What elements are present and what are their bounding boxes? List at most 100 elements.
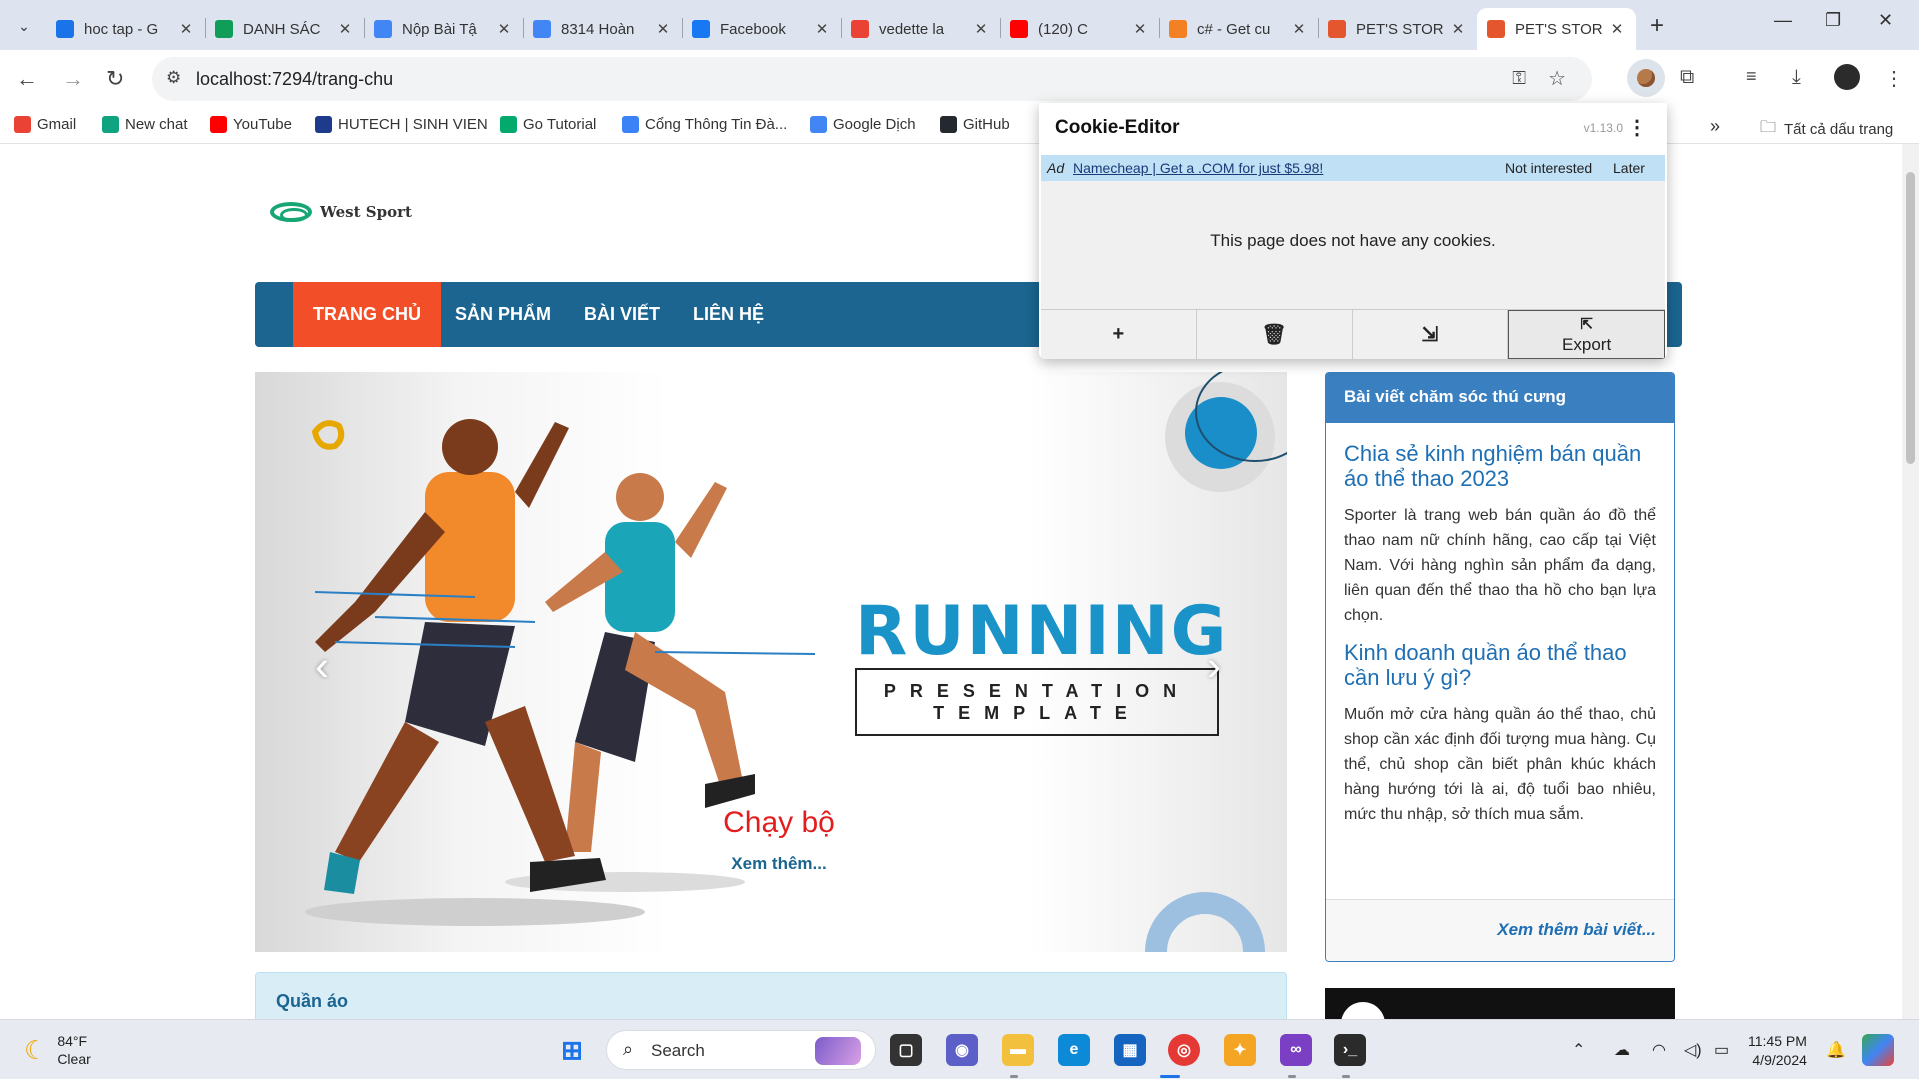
close-tab-icon[interactable]: ✕ bbox=[1608, 20, 1626, 38]
nav-articles[interactable]: BÀI VIẾT bbox=[584, 282, 660, 347]
hero-carousel[interactable]: RUNNING PRESENTATION TEMPLATE ‹ › Chạy b… bbox=[255, 372, 1287, 952]
bookmark-item[interactable]: Google Dịch bbox=[810, 116, 916, 133]
new-tab-button[interactable]: + bbox=[1650, 12, 1664, 40]
password-key-icon[interactable]: ⚿ bbox=[1512, 68, 1526, 89]
battery-icon[interactable]: ▭ bbox=[1714, 1040, 1729, 1060]
close-tab-icon[interactable]: ✕ bbox=[1131, 20, 1149, 38]
tray-chevron-icon[interactable]: ⌃ bbox=[1572, 1040, 1585, 1060]
system-clock[interactable]: 11:45 PM 4/9/2024 bbox=[1748, 1032, 1807, 1070]
terminal-running-indicator bbox=[1342, 1075, 1350, 1078]
ad-link[interactable]: Namecheap | Get a .COM for just $5.98! bbox=[1073, 160, 1323, 176]
slide-caption: Chạy bộ bbox=[723, 806, 835, 839]
tab-search-icon[interactable]: ⌄ bbox=[8, 10, 40, 42]
visual-studio-icon[interactable]: ∞ bbox=[1280, 1034, 1312, 1066]
extensions-puzzle-icon[interactable]: ⧉ bbox=[1680, 66, 1694, 89]
page-scrollbar[interactable] bbox=[1902, 144, 1919, 1019]
chrome-icon[interactable]: ◎ bbox=[1168, 1034, 1200, 1066]
export-button[interactable]: ⇱ Export bbox=[1508, 310, 1665, 359]
edge-icon[interactable]: e bbox=[1058, 1034, 1090, 1066]
volume-icon[interactable]: ◁) bbox=[1684, 1040, 1702, 1060]
close-tab-icon[interactable]: ✕ bbox=[495, 20, 513, 38]
nav-home[interactable]: TRANG CHỦ bbox=[293, 282, 441, 347]
slide-subline-2: TEMPLATE bbox=[933, 703, 1141, 723]
close-tab-icon[interactable]: ✕ bbox=[1449, 20, 1467, 38]
profile-avatar[interactable] bbox=[1834, 64, 1860, 90]
more-bookmarks-icon[interactable]: » bbox=[1710, 116, 1720, 137]
forward-icon[interactable]: → bbox=[62, 66, 84, 92]
cookie-editor-extension-button[interactable] bbox=[1627, 59, 1665, 97]
browser-tab[interactable]: c# - Get cu ✕ bbox=[1159, 8, 1318, 50]
import-button[interactable]: ⇲ bbox=[1353, 310, 1509, 359]
article-title[interactable]: Kinh doanh quần áo thể thao cần lưu ý gì… bbox=[1344, 640, 1656, 690]
start-windows-icon[interactable]: ⊞ bbox=[556, 1034, 588, 1066]
browser-tab[interactable]: PET'S STOR ✕ bbox=[1477, 8, 1636, 50]
ad-label: Ad bbox=[1047, 160, 1065, 176]
browser-menu-icon[interactable]: ⋮ bbox=[1884, 66, 1904, 91]
scrollbar-thumb[interactable] bbox=[1906, 172, 1915, 464]
ad-not-interested-button[interactable]: Not interested bbox=[1505, 160, 1592, 176]
bookmark-item[interactable]: Go Tutorial bbox=[500, 116, 596, 133]
browser-tab[interactable]: vedette la ✕ bbox=[841, 8, 1000, 50]
browser-tab[interactable]: Nộp Bài Tậ ✕ bbox=[364, 8, 523, 50]
close-tab-icon[interactable]: ✕ bbox=[1290, 20, 1308, 38]
weather-widget[interactable]: ☾ 84°F Clear bbox=[24, 1032, 91, 1068]
slide-more-link[interactable]: Xem thêm... bbox=[255, 854, 1287, 874]
bookmark-item[interactable]: Gmail bbox=[14, 116, 76, 133]
close-tab-icon[interactable]: ✕ bbox=[813, 20, 831, 38]
popup-menu-icon[interactable]: ⋮ bbox=[1627, 115, 1647, 140]
browser-tab[interactable]: 8314 Hoàn ✕ bbox=[523, 8, 682, 50]
nav-contact[interactable]: LIÊN HỆ bbox=[693, 282, 764, 347]
back-icon[interactable]: ← bbox=[16, 66, 38, 92]
carousel-prev-icon[interactable]: ‹ bbox=[315, 642, 329, 690]
video-embed[interactable] bbox=[1325, 988, 1675, 1019]
restore-icon[interactable]: ❐ bbox=[1825, 10, 1841, 31]
close-tab-icon[interactable]: ✕ bbox=[654, 20, 672, 38]
site-logo[interactable]: West Sport bbox=[270, 202, 412, 222]
task-view-icon[interactable]: ▢ bbox=[890, 1034, 922, 1066]
bookmark-item[interactable]: New chat bbox=[102, 116, 188, 133]
browser-tab[interactable]: (120) C ✕ bbox=[1000, 8, 1159, 50]
folder-icon: 🗀 bbox=[1760, 119, 1777, 136]
browser-tab[interactable]: DANH SÁC ✕ bbox=[205, 8, 364, 50]
copilot-icon[interactable] bbox=[1862, 1034, 1894, 1066]
bookmark-item[interactable]: HUTECH | SINH VIEN bbox=[315, 116, 488, 133]
media-controls-icon[interactable]: ≡ bbox=[1746, 66, 1757, 87]
close-tab-icon[interactable]: ✕ bbox=[177, 20, 195, 38]
taskbar-search[interactable]: ⌕ Search bbox=[606, 1030, 876, 1070]
minimize-icon[interactable]: — bbox=[1774, 10, 1792, 31]
add-cookie-button[interactable]: + bbox=[1041, 310, 1197, 359]
close-tab-icon[interactable]: ✕ bbox=[972, 20, 990, 38]
more-articles-link[interactable]: Xem thêm bài viết... bbox=[1497, 920, 1656, 940]
plus-icon: + bbox=[1112, 323, 1125, 345]
delete-all-button[interactable]: 🗑 bbox=[1197, 310, 1353, 359]
notification-bell-icon[interactable]: 🔔 bbox=[1826, 1040, 1846, 1060]
site-info-icon[interactable]: ⚙ bbox=[166, 68, 181, 88]
download-icon[interactable]: ⤓ bbox=[1792, 66, 1801, 89]
onedrive-icon[interactable]: ☁ bbox=[1614, 1040, 1630, 1060]
ad-later-button[interactable]: Later bbox=[1613, 160, 1645, 176]
close-window-icon[interactable]: ✕ bbox=[1878, 10, 1893, 31]
bookmark-star-icon[interactable]: ☆ bbox=[1548, 66, 1566, 91]
terminal-icon[interactable]: ›_ bbox=[1334, 1034, 1366, 1066]
reload-icon[interactable]: ↻ bbox=[106, 66, 124, 92]
browser-tab[interactable]: PET'S STOR ✕ bbox=[1318, 8, 1477, 50]
wifi-icon[interactable]: ◠ bbox=[1652, 1040, 1666, 1060]
browser-tab[interactable]: hoc tap - G ✕ bbox=[46, 8, 205, 50]
microsoft-store-icon[interactable]: ▦ bbox=[1114, 1034, 1146, 1066]
url-text[interactable]: localhost:7294/trang-chu bbox=[196, 69, 393, 90]
articles-panel-footer: Xem thêm bài viết... bbox=[1326, 899, 1674, 961]
file-explorer-icon[interactable]: ▬ bbox=[1002, 1034, 1034, 1066]
article-title[interactable]: Chia sẻ kinh nghiệm bán quần áo thể thao… bbox=[1344, 441, 1656, 491]
nav-products[interactable]: SẢN PHẨM bbox=[455, 282, 551, 347]
bookmark-item[interactable]: YouTube bbox=[210, 116, 292, 133]
close-tab-icon[interactable]: ✕ bbox=[336, 20, 354, 38]
address-bar[interactable]: ⚙ localhost:7294/trang-chu ⚿ ☆ bbox=[152, 57, 1592, 101]
bookmark-item[interactable]: Cổng Thông Tin Đà... bbox=[622, 116, 787, 133]
teams-chat-icon[interactable]: ◉ bbox=[946, 1034, 978, 1066]
bookmark-item[interactable]: GitHub bbox=[940, 116, 1010, 133]
app-icon[interactable]: ✦ bbox=[1224, 1034, 1256, 1066]
all-bookmarks-folder[interactable]: 🗀 Tất cả dấu trang bbox=[1760, 116, 1893, 143]
tab-title: PET'S STOR bbox=[1515, 20, 1603, 38]
browser-tab[interactable]: Facebook ✕ bbox=[682, 8, 841, 50]
carousel-next-icon[interactable]: › bbox=[1207, 642, 1221, 690]
